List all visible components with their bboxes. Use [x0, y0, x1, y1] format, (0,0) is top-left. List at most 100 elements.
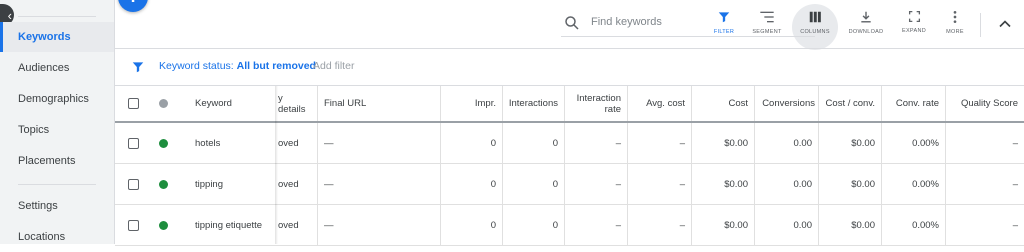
- policy-details-cell: oved: [276, 123, 318, 163]
- download-icon: [861, 11, 871, 23]
- row-select: [115, 123, 151, 163]
- header-impr[interactable]: Impr.: [441, 86, 503, 121]
- status-enabled-icon: [158, 220, 168, 230]
- download-label: DOWNLOAD: [848, 29, 884, 35]
- add-filter-link[interactable]: Add filter: [313, 60, 354, 72]
- header-cost[interactable]: Cost: [692, 86, 755, 121]
- row-status: [151, 205, 175, 245]
- policy-details-cell: oved: [276, 164, 318, 204]
- avg-cost-cell: –: [628, 123, 692, 163]
- keyword-cell[interactable]: tipping etiquette: [189, 205, 275, 245]
- frozen-column-shadow: [275, 86, 278, 244]
- filter-button[interactable]: FILTER: [702, 8, 746, 42]
- row-status: [151, 164, 175, 204]
- quality-score-cell: –: [1012, 137, 1018, 149]
- row-checkbox[interactable]: [127, 137, 139, 149]
- chevron-up-icon[interactable]: [995, 14, 1015, 34]
- select-all-checkbox[interactable]: [127, 98, 139, 109]
- conv-rate-cell: 0.00%: [882, 205, 946, 245]
- quality-score-cell: –: [1012, 178, 1018, 190]
- expand-label: EXPAND: [901, 28, 926, 34]
- table-toolbar: FILTER SEGMENT COLUMNS DOWNLOAD EXPAND: [115, 0, 1024, 50]
- filter-bar: Keyword status: All but removed Add filt…: [115, 49, 1024, 86]
- cost-cell: $0.00: [692, 123, 755, 163]
- header-policy-details[interactable]: y details: [276, 86, 318, 121]
- row-select: [115, 164, 151, 204]
- header-conv-rate[interactable]: Conv. rate: [882, 86, 946, 121]
- header-final-url[interactable]: Final URL: [318, 86, 441, 121]
- interaction-rate-cell: –: [565, 164, 628, 204]
- conversions-cell: 0.00: [755, 205, 819, 245]
- sidebar-item-topics[interactable]: Topics: [0, 115, 114, 145]
- row-checkbox[interactable]: [127, 219, 139, 231]
- status-enabled-icon: [158, 138, 168, 148]
- conversions-cell: 0.00: [755, 164, 819, 204]
- cost-cell: $0.00: [692, 164, 755, 204]
- download-button[interactable]: DOWNLOAD: [844, 8, 888, 42]
- columns-icon: [809, 11, 821, 23]
- quality-score-cell: –: [1012, 219, 1018, 231]
- more-button[interactable]: MORE: [933, 8, 977, 42]
- keyword-cell[interactable]: hotels: [189, 123, 275, 163]
- header-interaction-rate[interactable]: Interaction rate: [565, 86, 628, 121]
- sidebar-item-keywords[interactable]: Keywords: [0, 22, 114, 52]
- sidebar-item-settings[interactable]: Settings: [0, 191, 114, 221]
- keyword-status-value: All but removed: [236, 60, 316, 72]
- header-keyword[interactable]: Keyword: [189, 86, 275, 121]
- search-icon: [565, 16, 579, 30]
- sidebar: ‹ Keywords Audiences Demographics Topics…: [0, 0, 115, 244]
- conversions-cell: 0.00: [755, 123, 819, 163]
- segment-label: SEGMENT: [752, 29, 782, 35]
- policy-details-cell: oved: [276, 205, 318, 245]
- columns-label: COLUMNS: [800, 29, 830, 35]
- impr-cell: 0: [441, 205, 503, 245]
- expand-button[interactable]: EXPAND: [892, 8, 936, 42]
- columns-button[interactable]: COLUMNS: [792, 4, 838, 50]
- keyword-cell[interactable]: tipping: [189, 164, 275, 204]
- table-row[interactable]: hotels oved — 0 0 – – $0.00 0.00 $0.00 0…: [115, 123, 1024, 164]
- header-cost-per-conv[interactable]: Cost / conv.: [819, 86, 882, 121]
- cost-cell: $0.00: [692, 205, 755, 245]
- more-vert-icon: [953, 10, 957, 24]
- table-row[interactable]: tipping etiquette oved — 0 0 – – $0.00 0…: [115, 205, 1024, 246]
- final-url-cell: —: [318, 205, 441, 245]
- filter-icon[interactable]: [131, 60, 145, 74]
- keyword-status-prefix: Keyword status:: [159, 60, 237, 72]
- header-conversions[interactable]: Conversions: [755, 86, 819, 121]
- sidebar-item-demographics[interactable]: Demographics: [0, 84, 114, 114]
- cost-per-conv-cell: $0.00: [819, 205, 882, 245]
- conv-rate-cell: 0.00%: [882, 123, 946, 163]
- final-url-cell: —: [318, 164, 441, 204]
- segment-button[interactable]: SEGMENT: [745, 8, 789, 42]
- expand-icon: [908, 10, 920, 23]
- header-avg-cost[interactable]: Avg. cost: [628, 86, 692, 121]
- impr-cell: 0: [441, 123, 503, 163]
- filter-icon: [718, 12, 730, 23]
- sidebar-divider: [18, 184, 96, 185]
- impr-cell: 0: [441, 164, 503, 204]
- filter-label: FILTER: [713, 29, 735, 35]
- table-row[interactable]: tipping oved — 0 0 – – $0.00 0.00 $0.00 …: [115, 164, 1024, 205]
- sidebar-divider: [18, 16, 96, 17]
- avg-cost-cell: –: [628, 205, 692, 245]
- table-header-row: Keyword y details Final URL Impr. Intera…: [115, 86, 1024, 123]
- final-url-cell: —: [318, 123, 441, 163]
- interactions-cell: 0: [503, 123, 565, 163]
- segment-icon: [760, 11, 774, 23]
- header-quality-score[interactable]: Quality Score: [946, 86, 1024, 121]
- interaction-rate-cell: –: [565, 205, 628, 245]
- cost-per-conv-cell: $0.00: [819, 123, 882, 163]
- sidebar-item-placements[interactable]: Placements: [0, 146, 114, 176]
- header-interactions[interactable]: Interactions: [503, 86, 565, 121]
- sidebar-item-locations[interactable]: Locations: [0, 222, 114, 252]
- header-status: [151, 86, 175, 121]
- row-checkbox[interactable]: [127, 178, 139, 190]
- keyword-status-filter-chip[interactable]: Keyword status: All but removed: [159, 60, 316, 72]
- status-dot-icon: [158, 99, 168, 108]
- more-label: MORE: [946, 29, 964, 35]
- conv-rate-cell: 0.00%: [882, 164, 946, 204]
- row-select: [115, 205, 151, 245]
- chevron-left-icon: ‹: [7, 7, 12, 23]
- toolbar-divider: [980, 13, 981, 37]
- sidebar-item-audiences[interactable]: Audiences: [0, 53, 114, 83]
